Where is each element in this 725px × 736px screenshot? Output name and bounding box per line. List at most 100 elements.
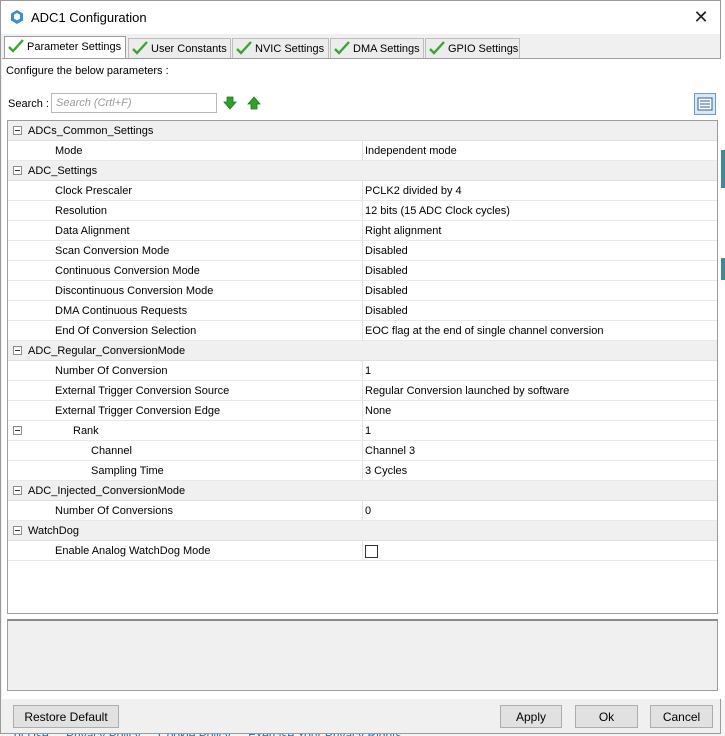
parameter-value-cell[interactable]: 0 bbox=[362, 501, 717, 520]
collapse-toggle-icon[interactable] bbox=[13, 346, 22, 355]
parameter-row[interactable]: DMA Continuous Requests Disabled bbox=[8, 301, 717, 321]
tab-user-constants[interactable]: User Constants bbox=[128, 38, 231, 58]
arrow-down-icon[interactable] bbox=[223, 96, 237, 110]
stm32-cube-icon bbox=[11, 10, 23, 24]
green-check-icon bbox=[236, 41, 252, 55]
parameter-row[interactable]: External Trigger Conversion Source Regula… bbox=[8, 381, 717, 401]
group-header-row[interactable]: WatchDog bbox=[8, 521, 717, 541]
parameter-value-cell[interactable]: 3 Cycles bbox=[362, 461, 717, 480]
enable-watchdog-checkbox[interactable] bbox=[365, 545, 378, 558]
restore-default-button[interactable]: Restore Default bbox=[13, 705, 119, 728]
parameter-value-cell[interactable]: Regular Conversion launched by software bbox=[362, 381, 717, 400]
collapse-toggle-icon[interactable] bbox=[13, 426, 22, 435]
collapse-toggle-icon[interactable] bbox=[13, 166, 22, 175]
parameter-name: Rank bbox=[73, 425, 99, 437]
tab-gpio-settings[interactable]: GPIO Settings bbox=[425, 38, 520, 58]
parameter-value-cell[interactable]: 1 bbox=[362, 361, 717, 380]
search-input[interactable] bbox=[51, 93, 217, 113]
parameter-name: Enable Analog WatchDog Mode bbox=[55, 545, 211, 557]
parameter-value-cell[interactable]: None bbox=[362, 401, 717, 420]
parameter-value-cell[interactable]: Right alignment bbox=[362, 221, 717, 240]
view-toggle-button[interactable] bbox=[694, 93, 716, 115]
parameter-value: EOC flag at the end of single channel co… bbox=[365, 325, 604, 337]
parameter-row[interactable]: Resolution 12 bits (15 ADC Clock cycles) bbox=[8, 201, 717, 221]
parameter-row[interactable]: Number Of Conversions 0 bbox=[8, 501, 717, 521]
parameter-name: Resolution bbox=[55, 205, 107, 217]
parameter-row[interactable]: End Of Conversion Selection EOC flag at t… bbox=[8, 321, 717, 341]
tab-label: Parameter Settings bbox=[27, 41, 122, 53]
group-header-row[interactable]: ADCs_Common_Settings bbox=[8, 121, 717, 141]
parameter-name: External Trigger Conversion Edge bbox=[55, 405, 221, 417]
parameter-value: Disabled bbox=[365, 285, 408, 297]
parameter-value: Right alignment bbox=[365, 225, 442, 237]
configure-label: Configure the below parameters : bbox=[6, 65, 169, 77]
parameter-value-cell[interactable] bbox=[362, 541, 717, 560]
group-header-row[interactable]: ADC_Injected_ConversionMode bbox=[8, 481, 717, 501]
tab-nvic-settings[interactable]: NVIC Settings bbox=[232, 38, 329, 58]
parameter-row[interactable]: Number Of Conversion 1 bbox=[8, 361, 717, 381]
parameter-value-cell[interactable]: Disabled bbox=[362, 261, 717, 280]
parameter-row[interactable]: Continuous Conversion Mode Disabled bbox=[8, 261, 717, 281]
parameter-name: End Of Conversion Selection bbox=[55, 325, 197, 337]
group-name: ADC_Injected_ConversionMode bbox=[28, 485, 186, 497]
parameter-value-cell[interactable]: Independent mode bbox=[362, 141, 717, 160]
parameter-value-cell[interactable]: 12 bits (15 ADC Clock cycles) bbox=[362, 201, 717, 220]
group-header-row[interactable]: ADC_Settings bbox=[8, 161, 717, 181]
group-header-row[interactable]: ADC_Regular_ConversionMode bbox=[8, 341, 717, 361]
parameter-name: External Trigger Conversion Source bbox=[55, 385, 230, 397]
tab-parameter-settings[interactable]: Parameter Settings bbox=[4, 36, 126, 59]
parameter-value-cell[interactable]: Disabled bbox=[362, 301, 717, 320]
parameter-value-cell[interactable]: PCLK2 divided by 4 bbox=[362, 181, 717, 200]
close-button[interactable]: ✕ bbox=[688, 5, 714, 29]
parameter-row[interactable]: Channel Channel 3 bbox=[8, 441, 717, 461]
parameter-value: 12 bits (15 ADC Clock cycles) bbox=[365, 205, 510, 217]
parameter-row[interactable]: Data Alignment Right alignment bbox=[8, 221, 717, 241]
group-name: ADC_Regular_ConversionMode bbox=[28, 345, 186, 357]
tab-dma-settings[interactable]: DMA Settings bbox=[330, 38, 424, 58]
parameter-value-cell[interactable]: Disabled bbox=[362, 281, 717, 300]
window-title: ADC1 Configuration bbox=[31, 10, 147, 25]
parameter-name: Scan Conversion Mode bbox=[55, 245, 170, 257]
parameter-row[interactable]: Enable Analog WatchDog Mode bbox=[8, 541, 717, 561]
parameter-name: Mode bbox=[55, 145, 83, 157]
collapse-toggle-icon[interactable] bbox=[13, 526, 22, 535]
parameter-value-cell[interactable]: Disabled bbox=[362, 241, 717, 260]
green-check-icon bbox=[334, 41, 350, 55]
parameter-value: PCLK2 divided by 4 bbox=[365, 185, 462, 197]
arrow-up-icon[interactable] bbox=[247, 96, 261, 110]
parameter-row[interactable]: Clock Prescaler PCLK2 divided by 4 bbox=[8, 181, 717, 201]
tab-label: GPIO Settings bbox=[448, 43, 519, 55]
parameter-value: Channel 3 bbox=[365, 445, 416, 457]
list-view-icon bbox=[697, 97, 713, 111]
parameter-name: Number Of Conversion bbox=[55, 365, 168, 377]
ok-button[interactable]: Ok bbox=[575, 705, 638, 728]
parameter-row[interactable]: Scan Conversion Mode Disabled bbox=[8, 241, 717, 261]
parameter-row[interactable]: Sampling Time 3 Cycles bbox=[8, 461, 717, 481]
parameter-value: Disabled bbox=[365, 245, 408, 257]
parameter-name: Number Of Conversions bbox=[55, 505, 173, 517]
apply-button[interactable]: Apply bbox=[500, 705, 562, 728]
collapse-toggle-icon[interactable] bbox=[13, 126, 22, 135]
parameter-row[interactable]: Rank 1 bbox=[8, 421, 717, 441]
search-label: Search : bbox=[8, 98, 49, 110]
collapse-toggle-icon[interactable] bbox=[13, 486, 22, 495]
parameter-row[interactable]: Mode Independent mode bbox=[8, 141, 717, 161]
parameter-value-cell[interactable]: Channel 3 bbox=[362, 441, 717, 460]
parameter-value: Regular Conversion launched by software bbox=[365, 385, 570, 397]
parameter-name: Sampling Time bbox=[91, 465, 164, 477]
group-name: ADC_Settings bbox=[28, 165, 98, 177]
green-check-icon bbox=[8, 39, 24, 53]
close-icon: ✕ bbox=[693, 7, 709, 27]
cancel-button[interactable]: Cancel bbox=[650, 705, 713, 728]
tab-label: NVIC Settings bbox=[255, 43, 325, 55]
parameter-row[interactable]: External Trigger Conversion Edge None bbox=[8, 401, 717, 421]
parameter-value-cell[interactable]: 1 bbox=[362, 421, 717, 440]
parameter-name: DMA Continuous Requests bbox=[55, 305, 188, 317]
parameter-value-cell[interactable]: EOC flag at the end of single channel co… bbox=[362, 321, 717, 340]
parameter-value: Disabled bbox=[365, 305, 408, 317]
parameter-name: Continuous Conversion Mode bbox=[55, 265, 200, 277]
tab-label: User Constants bbox=[151, 43, 227, 55]
parameter-name: Discontinuous Conversion Mode bbox=[55, 285, 214, 297]
parameter-row[interactable]: Discontinuous Conversion Mode Disabled bbox=[8, 281, 717, 301]
tab-content: Configure the below parameters : Search … bbox=[2, 58, 721, 699]
